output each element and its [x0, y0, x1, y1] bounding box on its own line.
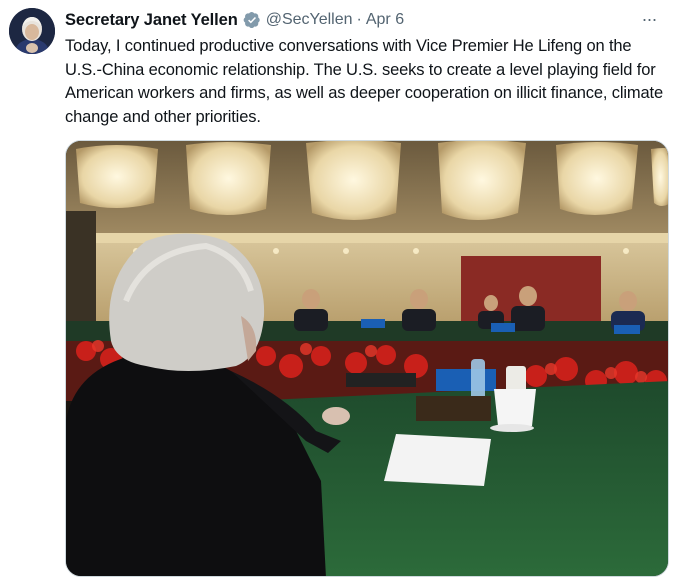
verified-badge-icon[interactable]: [243, 11, 261, 29]
timestamp[interactable]: Apr 6: [366, 11, 404, 29]
separator-dot: ·: [356, 11, 362, 28]
more-options-icon[interactable]: ···: [637, 8, 661, 30]
tweet-card[interactable]: Secretary Janet Yellen @SecYellen · Apr …: [0, 0, 675, 582]
avatar[interactable]: [9, 8, 55, 54]
handle[interactable]: @SecYellen: [266, 11, 353, 29]
tweet-header: Secretary Janet Yellen @SecYellen · Apr …: [65, 9, 404, 31]
tweet-text: Today, I continued productive conversati…: [65, 37, 664, 126]
photo-bilateral-meeting: [66, 141, 668, 576]
tweet-photo[interactable]: [65, 140, 669, 577]
display-name[interactable]: Secretary Janet Yellen: [65, 11, 238, 30]
